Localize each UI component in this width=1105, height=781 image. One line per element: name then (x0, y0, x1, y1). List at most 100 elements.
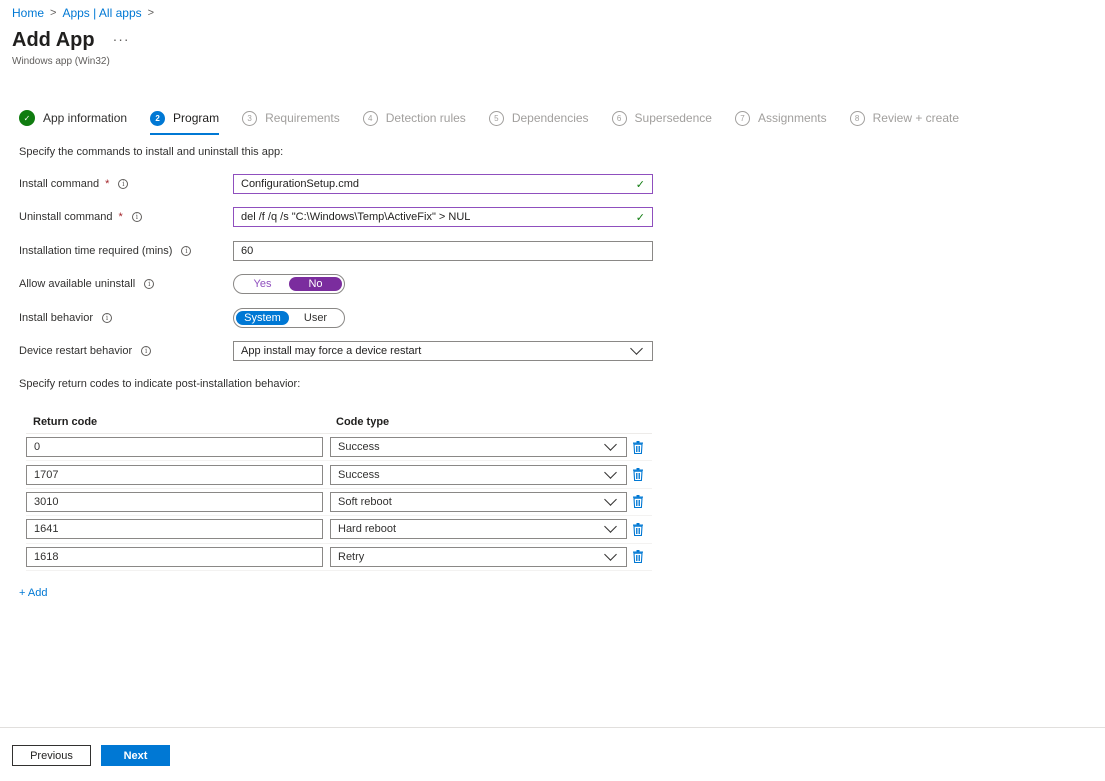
return-code-input[interactable]: 1618 (26, 546, 323, 567)
code-type-value: Hard reboot (338, 523, 397, 536)
step-dependencies[interactable]: 5 Dependencies (488, 106, 589, 130)
info-icon[interactable]: i (141, 346, 152, 356)
table-header: Return code Code type (26, 410, 652, 434)
label-text: Uninstall command (19, 211, 113, 223)
step-number-icon: 8 (849, 110, 865, 126)
step-supersedence[interactable]: 6 Supersedence (611, 106, 712, 130)
table-row: 1618 Retry (26, 544, 652, 571)
toggle-system-option[interactable]: System (236, 311, 289, 325)
previous-button[interactable]: Previous (12, 745, 91, 766)
install-behavior-label: Install behavior i (19, 308, 112, 328)
info-icon[interactable]: i (144, 279, 155, 289)
page-subtitle: Windows app (Win32) (12, 56, 110, 67)
install-time-input[interactable]: 60 (233, 241, 653, 261)
footer-divider (0, 727, 1105, 728)
label-text: Installation time required (mins) (19, 245, 173, 257)
code-type-dropdown[interactable]: Success (330, 464, 627, 485)
code-type-dropdown[interactable]: Soft reboot (330, 491, 627, 512)
step-app-information[interactable]: ✓ App information (19, 106, 127, 130)
info-icon[interactable]: i (102, 313, 112, 323)
label-text: Install behavior (19, 312, 93, 324)
required-asterisk: * (105, 178, 110, 190)
code-type-dropdown[interactable]: Success (330, 437, 627, 458)
commands-instructions: Specify the commands to install and unin… (19, 146, 284, 158)
restart-behavior-value: App install may force a device restart (241, 345, 422, 357)
info-icon[interactable]: i (181, 246, 192, 256)
label-text: Allow available uninstall (19, 278, 136, 290)
trash-icon[interactable] (627, 550, 649, 564)
title-row: Add App ··· (12, 29, 130, 52)
restart-behavior-label: Device restart behavior i (19, 341, 152, 361)
column-header-return-code: Return code (33, 415, 98, 428)
check-icon: ✓ (635, 211, 645, 224)
chevron-down-icon (604, 493, 617, 506)
table-row: 0 Success (26, 434, 652, 462)
more-options-icon[interactable]: ··· (113, 31, 130, 47)
step-label: Program (173, 111, 220, 125)
return-code-input[interactable]: 1641 (26, 519, 323, 540)
allow-uninstall-toggle[interactable]: Yes No (233, 274, 345, 294)
label-text: Device restart behavior (19, 345, 133, 357)
breadcrumb-separator: > (147, 7, 155, 19)
return-code-input[interactable]: 1707 (26, 464, 323, 485)
info-icon[interactable]: i (131, 212, 142, 222)
step-number-icon: 4 (362, 110, 378, 126)
step-review-create[interactable]: 8 Review + create (849, 106, 960, 130)
table-row: 3010 Soft reboot (26, 489, 652, 517)
required-asterisk: * (118, 211, 123, 223)
step-complete-check-icon: ✓ (19, 110, 35, 126)
step-requirements[interactable]: 3 Requirements (242, 106, 340, 130)
table-row: 1707 Success (26, 461, 652, 489)
step-program[interactable]: 2 Program (150, 106, 220, 135)
step-number-icon: 7 (734, 110, 750, 126)
trash-icon[interactable] (627, 522, 649, 536)
step-label: Requirements (265, 111, 340, 125)
add-return-code-link[interactable]: + Add (19, 587, 47, 599)
breadcrumb-home-link[interactable]: Home (12, 6, 44, 20)
install-command-input[interactable]: ConfigurationSetup.cmd ✓ (233, 174, 653, 194)
step-assignments[interactable]: 7 Assignments (734, 106, 827, 130)
step-label: Dependencies (511, 111, 589, 125)
return-codes-table: Return code Code type 0 Success 1707 Suc… (26, 410, 652, 571)
trash-icon[interactable] (627, 468, 649, 482)
code-type-dropdown[interactable]: Hard reboot (330, 519, 627, 540)
install-command-label: Install command * i (19, 174, 129, 194)
code-type-value: Retry (338, 550, 365, 563)
step-label: Assignments (757, 111, 827, 125)
restart-behavior-dropdown[interactable]: App install may force a device restart (233, 341, 653, 361)
step-detection-rules[interactable]: 4 Detection rules (362, 106, 466, 130)
chevron-down-icon (604, 465, 617, 479)
chevron-down-icon (604, 438, 617, 452)
uninstall-command-input[interactable]: del /f /q /s "C:\Windows\Temp\ActiveFix"… (233, 207, 653, 227)
install-time-value: 60 (241, 245, 254, 257)
next-button[interactable]: Next (101, 745, 170, 766)
install-time-label: Installation time required (mins) i (19, 241, 192, 261)
return-code-input[interactable]: 3010 (26, 491, 323, 512)
step-number-icon: 2 (150, 110, 166, 126)
breadcrumb: Home > Apps | All apps > (12, 6, 154, 20)
breadcrumb-separator: > (50, 7, 57, 19)
install-behavior-toggle[interactable]: System User (233, 308, 345, 328)
toggle-user-option[interactable]: User (289, 311, 342, 325)
wizard-steps: ✓ App information 2 Program 3 Requiremen… (19, 106, 982, 135)
toggle-yes-option[interactable]: Yes (236, 277, 289, 291)
trash-icon[interactable] (627, 495, 649, 509)
code-type-value: Soft reboot (338, 495, 392, 508)
step-number-icon: 6 (611, 110, 627, 126)
toggle-no-option[interactable]: No (289, 277, 342, 291)
code-type-value: Success (338, 468, 380, 481)
code-type-value: Success (338, 441, 380, 454)
breadcrumb-apps-link[interactable]: Apps | All apps (62, 6, 141, 20)
return-code-input[interactable]: 0 (26, 437, 323, 458)
allow-uninstall-label: Allow available uninstall i (19, 274, 155, 294)
chevron-down-icon (604, 547, 617, 561)
code-type-dropdown[interactable]: Retry (330, 546, 627, 567)
uninstall-command-value: del /f /q /s "C:\Windows\Temp\ActiveFix"… (241, 211, 471, 223)
step-label: Review + create (872, 111, 960, 125)
chevron-down-icon (604, 520, 617, 534)
trash-icon[interactable] (627, 440, 649, 454)
info-icon[interactable]: i (118, 179, 129, 189)
install-command-value: ConfigurationSetup.cmd (241, 178, 360, 190)
step-label: Detection rules (385, 111, 466, 125)
label-text: Install command (19, 178, 100, 190)
